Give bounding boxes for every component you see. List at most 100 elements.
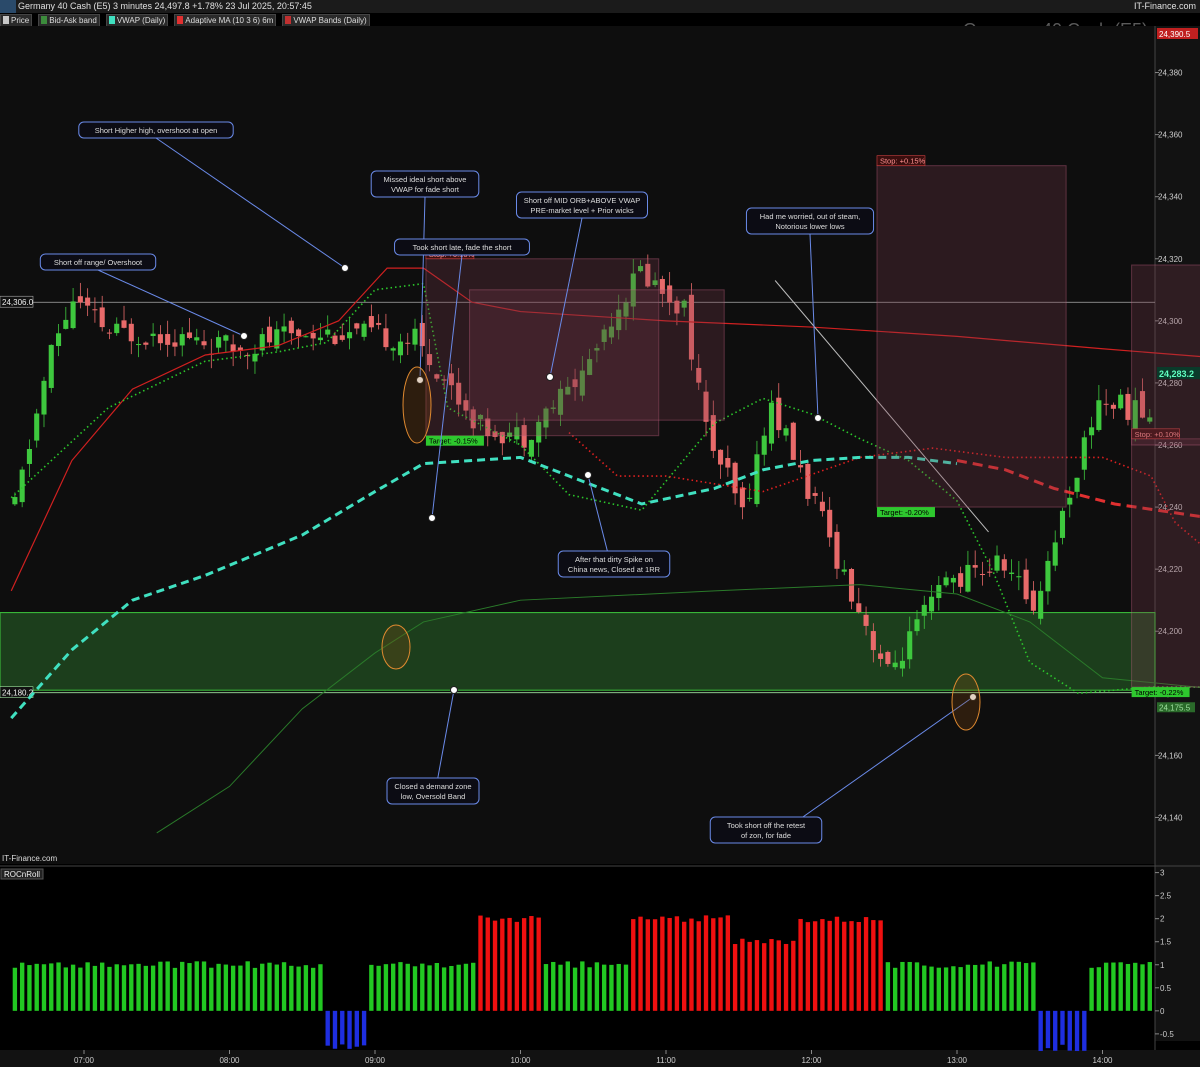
- indicator-bar: [754, 940, 760, 1011]
- annotation-text: Took short late, fade the short: [413, 243, 513, 252]
- indicator-bar: [1053, 1010, 1058, 1051]
- level-label: 24,306.0: [2, 298, 34, 307]
- indicator-bar: [180, 961, 185, 1011]
- candle: [856, 603, 862, 613]
- indicator-bar: [252, 967, 258, 1011]
- indicator-tick-label: 2: [1160, 915, 1165, 924]
- candle: [70, 301, 76, 329]
- legend-swatch: [285, 16, 292, 24]
- candle: [26, 449, 32, 464]
- candle: [34, 413, 40, 441]
- indicator-bar: [623, 964, 629, 1011]
- bid-box: [1157, 702, 1195, 713]
- candle: [892, 662, 898, 668]
- y-tick-label: 24,280: [1158, 379, 1183, 388]
- indicator-bar: [667, 917, 672, 1011]
- annotation-marker: [416, 376, 424, 384]
- x-tick-label: 12:00: [801, 1056, 822, 1065]
- candle: [136, 344, 142, 346]
- annotation-text: Took short off the retest: [727, 821, 806, 830]
- indicator-bar: [580, 961, 585, 1011]
- indicator-bar: [965, 964, 971, 1011]
- adaptive-ma-green: [10, 282, 1200, 695]
- candle: [754, 454, 760, 505]
- price-axis-ticks: 24,140 24,160 24,180 24,200 24,220 24,240 24,2…: [1155, 69, 1183, 822]
- indicator-bar: [267, 962, 272, 1011]
- candle: [645, 263, 651, 287]
- indicator-bar: [449, 965, 454, 1011]
- indicator-bar: [638, 916, 643, 1011]
- app-logo-icon: [0, 0, 16, 13]
- indicator-bar: [398, 962, 403, 1011]
- indicator-bar: [405, 963, 410, 1011]
- candle: [870, 631, 876, 651]
- annotations: Short Higher high, overshoot at open Shor…: [39, 121, 977, 844]
- candle: [288, 320, 294, 334]
- y-tick-label: 24,340: [1158, 193, 1183, 202]
- annotation-pointer: [432, 689, 455, 805]
- annotation-box: [557, 550, 671, 578]
- indicator-bar: [289, 965, 294, 1011]
- candle: [943, 577, 949, 586]
- indicator-bar: [354, 1010, 359, 1047]
- legend-item-adaptive-ma[interactable]: Adaptive MA (10 3 6) 6m: [174, 14, 277, 28]
- indicator-bar: [201, 961, 207, 1011]
- indicator-bar: [616, 963, 621, 1011]
- candle: [885, 651, 891, 664]
- candle: [339, 335, 345, 340]
- price-axis: [1155, 26, 1200, 1041]
- candle: [921, 604, 927, 616]
- indicator-bar: [1023, 963, 1029, 1011]
- candle: [790, 422, 796, 460]
- indicator-bar: [492, 920, 498, 1011]
- indicator-bar: [281, 962, 287, 1011]
- indicator-bar: [601, 964, 607, 1011]
- legend-item-bid-ask[interactable]: Bid-Ask band: [38, 14, 100, 28]
- trade-box: [469, 289, 725, 421]
- candle: [186, 332, 193, 338]
- indicator-bar: [783, 943, 789, 1011]
- candle: [470, 409, 476, 429]
- target-label: Target: -0.15%: [429, 437, 478, 446]
- annotation-marker: [969, 693, 977, 701]
- candle: [601, 329, 607, 342]
- level-label: 24,180.2: [2, 689, 34, 698]
- candle: [128, 323, 134, 342]
- indicator-bar: [427, 965, 432, 1011]
- indicator-bar: [376, 965, 381, 1011]
- candle: [688, 294, 695, 360]
- indicator-bar: [296, 966, 301, 1011]
- indicator-bar: [332, 1010, 338, 1049]
- legend-item-vwap-bands[interactable]: VWAP Bands (Daily): [282, 14, 370, 28]
- indicator-bar: [136, 963, 141, 1011]
- legend-item-vwap[interactable]: VWAP (Daily): [105, 14, 169, 28]
- indicator-bar: [340, 1010, 345, 1045]
- candle: [972, 565, 978, 568]
- candle: [376, 322, 382, 325]
- legend-item-price[interactable]: Price: [0, 14, 33, 28]
- candle: [1089, 427, 1095, 436]
- chart-svg[interactable]: 24,140 24,160 24,180 24,200 24,220 24,240 24,2…: [0, 0, 1200, 1067]
- candle: [77, 296, 83, 303]
- indicator-bar: [114, 964, 119, 1011]
- candle: [637, 266, 644, 272]
- indicator-bar: [572, 967, 578, 1011]
- annotation-pointer: [97, 269, 245, 337]
- candle: [1067, 497, 1073, 505]
- indicator-bar: [609, 964, 614, 1011]
- indicator-bar: [529, 916, 534, 1011]
- indicator-bar: [434, 963, 440, 1011]
- y-tick-label: 24,360: [1158, 131, 1183, 140]
- candle: [383, 328, 389, 348]
- candle: [667, 285, 673, 303]
- candle: [579, 370, 585, 396]
- indicator-bar: [361, 1010, 367, 1046]
- candle: [150, 333, 156, 337]
- indicator-bar: [514, 921, 520, 1011]
- candle: [463, 400, 469, 411]
- indicator-bar: [1103, 962, 1109, 1011]
- bid-label: 24,175.5: [1159, 703, 1191, 712]
- legend-label: Bid-Ask band: [49, 16, 97, 25]
- candle: [863, 614, 869, 626]
- indicator-bar: [594, 962, 600, 1011]
